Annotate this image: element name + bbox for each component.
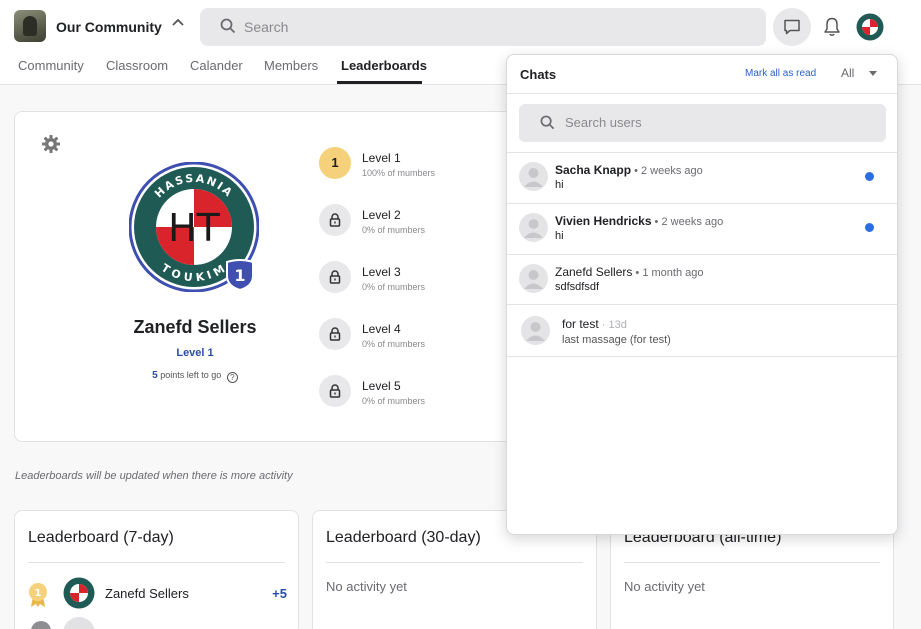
chat-sender: Vivien Hendricks bbox=[555, 214, 652, 228]
chats-title: Chats bbox=[520, 67, 557, 82]
chat-time: · 13d bbox=[598, 319, 627, 331]
leaderboard-title: Leaderboard (30-day) bbox=[326, 529, 481, 546]
help-icon[interactable]: ? bbox=[226, 372, 238, 383]
chevron-down-icon[interactable] bbox=[869, 71, 877, 76]
chat-name-line: for test · 13d bbox=[562, 317, 627, 331]
level-percentage: 0% of mumbers bbox=[362, 225, 426, 235]
tab-leaderboards[interactable]: Leaderboards bbox=[341, 58, 427, 73]
chat-name-line: Vivien Hendricks • 2 weeks ago bbox=[555, 214, 723, 228]
chat-search-field[interactable]: Search users bbox=[519, 104, 886, 142]
unread-indicator bbox=[865, 172, 874, 181]
default-avatar-icon bbox=[519, 213, 548, 242]
chat-search-input[interactable]: Search users bbox=[565, 115, 642, 130]
level-row: Level 2 0% of mumbers bbox=[319, 204, 519, 238]
level-percentage: 100% of mumbers bbox=[362, 168, 436, 178]
search-icon bbox=[540, 115, 555, 130]
member-avatar[interactable] bbox=[63, 577, 95, 609]
level-badge-icon: 1 bbox=[226, 259, 254, 291]
chat-time: • 1 month ago bbox=[632, 267, 704, 279]
chat-preview: last massage (for test) bbox=[562, 334, 671, 346]
chat-filter-select[interactable]: All bbox=[841, 66, 854, 80]
search-input[interactable]: Search bbox=[244, 19, 288, 35]
chat-preview: hi bbox=[555, 230, 564, 242]
lock-icon bbox=[319, 261, 351, 293]
chats-popover: Chats Mark all as read All Search users … bbox=[506, 54, 898, 535]
gear-icon[interactable] bbox=[41, 134, 61, 154]
level-row: Level 3 0% of mumbers bbox=[319, 261, 519, 295]
level-row: 1 Level 1 100% of mumbers bbox=[319, 147, 519, 181]
chevron-up-icon[interactable] bbox=[168, 14, 188, 38]
lock-icon bbox=[319, 204, 351, 236]
level-percentage: 0% of mumbers bbox=[362, 282, 426, 292]
svg-text:1: 1 bbox=[35, 588, 42, 599]
chat-list-item[interactable]: Vivien Hendricks • 2 weeks ago hi bbox=[507, 203, 897, 253]
chat-name-line: Zanefd Sellers • 1 month ago bbox=[555, 265, 704, 279]
leaderboard-title: Leaderboard (7-day) bbox=[28, 529, 174, 546]
level-title: Level 2 bbox=[362, 208, 401, 222]
mark-all-read-link[interactable]: Mark all as read bbox=[745, 68, 816, 79]
level-title: Level 4 bbox=[362, 322, 401, 336]
leaderboard-row[interactable]: 1 Zanefd Sellers +5 bbox=[27, 577, 287, 611]
chat-icon bbox=[784, 19, 800, 35]
chat-list-item[interactable]: for test · 13d last massage (for test) bbox=[507, 304, 897, 357]
level-percentage: 0% of mumbers bbox=[362, 339, 426, 349]
unread-indicator bbox=[865, 223, 874, 232]
chat-time: • 2 weeks ago bbox=[651, 216, 724, 228]
search-bar[interactable]: Search bbox=[200, 8, 766, 46]
level-title: Level 5 bbox=[362, 379, 401, 393]
member-name[interactable]: Zanefd Sellers bbox=[105, 586, 189, 601]
divider bbox=[326, 562, 583, 563]
level-percentage: 0% of mumbers bbox=[362, 396, 426, 406]
tab-members[interactable]: Members bbox=[264, 58, 318, 73]
search-icon bbox=[220, 18, 236, 34]
leaderboard-7-day: Leaderboard (7-day) 1 Zanefd Sellers +5 bbox=[14, 510, 299, 629]
update-note: Leaderboards will be updated when there … bbox=[15, 470, 293, 482]
level-row: Level 5 0% of mumbers bbox=[319, 375, 519, 409]
community-logo[interactable] bbox=[14, 10, 46, 42]
empty-state: No activity yet bbox=[326, 579, 407, 594]
active-tab-indicator bbox=[337, 81, 422, 84]
points-left-label: points left to go bbox=[160, 370, 222, 380]
user-avatar[interactable] bbox=[856, 13, 884, 41]
empty-state: No activity yet bbox=[624, 579, 705, 594]
level-title: Level 3 bbox=[362, 265, 401, 279]
svg-text:HT: HT bbox=[168, 206, 221, 250]
tab-calander[interactable]: Calander bbox=[190, 58, 243, 73]
community-name[interactable]: Our Community bbox=[56, 19, 162, 35]
profile-card: HASSANIA TOUKIM HT 1 Zanefd Sellers Leve… bbox=[14, 111, 534, 442]
divider bbox=[507, 93, 897, 94]
chat-name-line: Sacha Knapp • 2 weeks ago bbox=[555, 163, 703, 177]
chat-button[interactable] bbox=[773, 8, 811, 46]
tab-community[interactable]: Community bbox=[18, 58, 84, 73]
level-row: Level 4 0% of mumbers bbox=[319, 318, 519, 352]
divider bbox=[28, 562, 285, 563]
placeholder-avatar bbox=[63, 617, 95, 629]
svg-text:1: 1 bbox=[234, 266, 245, 285]
chat-preview: sdfsdfsdf bbox=[555, 281, 600, 293]
chat-list-item[interactable]: Zanefd Sellers • 1 month ago sdfsdfsdf bbox=[507, 254, 897, 304]
level-title: Level 1 bbox=[362, 151, 401, 165]
chat-sender: Sacha Knapp bbox=[555, 163, 632, 177]
chat-sender: Zanefd Sellers bbox=[555, 265, 633, 279]
silver-medal-icon bbox=[31, 621, 51, 629]
chat-list-item[interactable]: Sacha Knapp • 2 weeks ago hi bbox=[507, 152, 897, 202]
default-avatar-icon bbox=[521, 316, 550, 345]
points-left-value: 5 bbox=[152, 370, 158, 381]
default-avatar-icon bbox=[519, 264, 548, 293]
default-avatar-icon bbox=[519, 162, 548, 191]
level-number-badge: 1 bbox=[319, 147, 351, 179]
chat-sender: for test bbox=[562, 317, 599, 331]
divider bbox=[624, 562, 880, 563]
lock-icon bbox=[319, 375, 351, 407]
gold-medal-icon: 1 bbox=[29, 583, 47, 607]
chat-time: • 2 weeks ago bbox=[631, 165, 703, 177]
lock-icon bbox=[319, 318, 351, 350]
bell-icon[interactable] bbox=[822, 16, 842, 38]
chat-preview: hi bbox=[555, 179, 564, 191]
tab-classroom[interactable]: Classroom bbox=[106, 58, 168, 73]
member-points: +5 bbox=[272, 586, 287, 601]
